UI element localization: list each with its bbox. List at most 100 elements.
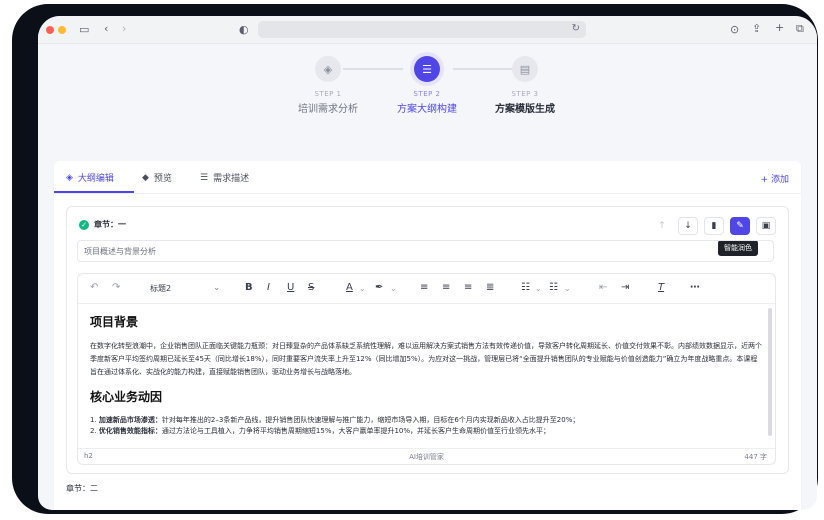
editor-toolbar: ↶ ↷ 标题2 ⌄ B I U S A ⌄ ✒ ⌄ ≡ ≡ ≡ ≣ ☷ ⌄ ☷ …: [78, 274, 775, 304]
ordered-list-icon[interactable]: ☷: [549, 282, 558, 293]
redo-icon[interactable]: ↷: [112, 282, 120, 293]
move-up-button[interactable]: ↑: [652, 217, 672, 235]
step-number: STEP 3: [511, 90, 539, 98]
device-frame: ▭ ‹ › ◐ ↻ ⊙ ⇪ + ⧉ ◈ STEP 1 培训需求分析 ☰ STEP…: [12, 4, 818, 514]
layers-icon: ◈: [66, 172, 73, 183]
step-label: 方案大纲构建: [397, 104, 457, 115]
move-down-button[interactable]: ↓: [678, 217, 698, 235]
wizard-stepper: ◈ STEP 1 培训需求分析 ☰ STEP 2 方案大纲构建 ▤ STEP 3…: [38, 56, 817, 126]
tab-requirements[interactable]: ☰ 需求描述: [200, 171, 250, 185]
heading-project-background: 项目背景: [90, 315, 139, 329]
chapter-header: ✓ 章节：一: [79, 219, 126, 230]
step-1[interactable]: ◈ STEP 1 培训需求分析: [273, 56, 383, 115]
editor-content[interactable]: 项目背景 在数字化转型浪潮中，企业销售团队正面临关键能力瓶颈：对日臻复杂的产品体…: [78, 304, 775, 444]
layers-icon: ◈: [315, 56, 341, 82]
list-item-title: 优化销售效能指标：: [98, 427, 162, 435]
minimize-window-dot[interactable]: [58, 26, 66, 34]
step-number: STEP 1: [314, 90, 342, 98]
align-right-icon[interactable]: ≡: [464, 282, 472, 293]
bold-icon[interactable]: B: [245, 282, 253, 293]
more-icon[interactable]: ⋯: [690, 282, 700, 293]
tab-label: 大纲编辑: [77, 174, 114, 184]
bullet-list-icon[interactable]: ☷: [521, 282, 530, 293]
step-label: 方案模版生成: [495, 104, 555, 115]
heading-select[interactable]: 标题2 ⌄: [144, 281, 224, 297]
address-bar[interactable]: ↻: [258, 21, 586, 38]
tab-label: 需求描述: [213, 174, 250, 184]
chapter-title: 章节：一: [94, 220, 126, 229]
delete-button[interactable]: ▮: [704, 217, 724, 235]
tab-label: 预览: [153, 174, 172, 184]
privacy-shield-icon[interactable]: ◐: [239, 24, 249, 36]
paragraph: 在数字化转型浪潮中，企业销售团队正面临关键能力瓶颈：对日臻复杂的产品体系缺乏系统…: [90, 342, 762, 376]
heading-core-drivers: 核心业务动因: [90, 390, 163, 404]
share-icon[interactable]: ⇪: [752, 23, 761, 35]
editor-statusbar: h2 AI培训管家 447 字: [78, 448, 775, 464]
align-center-icon[interactable]: ≡: [442, 282, 450, 293]
strikethrough-icon[interactable]: S: [308, 282, 314, 293]
arrow-down-icon: ↓: [684, 221, 692, 231]
browser-toolbar: ▭ ‹ › ◐ ↻ ⊙ ⇪ + ⧉: [38, 16, 817, 44]
tab-overview-icon[interactable]: ⧉: [796, 23, 804, 35]
step-3[interactable]: ▤ STEP 3 方案模版生成: [470, 56, 580, 115]
chevron-down-icon[interactable]: ⌄: [535, 284, 542, 293]
editor-scrollbar[interactable]: [768, 308, 772, 436]
step-2[interactable]: ☰ STEP 2 方案大纲构建: [372, 56, 482, 115]
step-label: 培训需求分析: [298, 104, 358, 115]
chapter-actions: ↑ ↓ ▮ ✎ ▣: [652, 217, 776, 235]
reload-icon[interactable]: ↻: [572, 23, 580, 34]
list-item: 2. 优化销售效能指标：通过方法论与工具植入，力争将平均销售周期缩短15%，大客…: [90, 426, 763, 437]
check-circle-icon: ✓: [79, 219, 89, 230]
next-chapter-title: 章节：二: [66, 484, 98, 493]
driver-list: 1. 加速新品市场渗透：针对每年推出的2–3条新产品线，提升销售团队快速理解与推…: [90, 415, 763, 437]
forward-icon[interactable]: ›: [122, 23, 126, 35]
download-icon[interactable]: ⊙: [730, 24, 739, 36]
chevron-down-icon[interactable]: ⌄: [359, 284, 366, 293]
underline-icon[interactable]: U: [287, 282, 294, 293]
list-item: 1. 加速新品市场渗透：针对每年推出的2–3条新产品线，提升销售团队快速理解与推…: [90, 415, 763, 426]
rich-text-editor: ↶ ↷ 标题2 ⌄ B I U S A ⌄ ✒ ⌄ ≡ ≡ ≡ ≣ ☷ ⌄ ☷ …: [77, 273, 776, 465]
list-item-text: 通过方法论与工具植入，力争将平均销售周期缩短15%，大客户赢单率提升10%，并延…: [161, 427, 551, 435]
list-icon: ☰: [414, 56, 440, 82]
chapter-title-input[interactable]: 项目概述与背景分析: [77, 240, 774, 262]
tab-outline-edit[interactable]: ◈ 大纲编辑: [66, 171, 114, 185]
tab-bar: ◈ 大纲编辑 ◆ 预览 ☰ 需求描述 + 添加: [54, 161, 801, 194]
tab-preview[interactable]: ◆ 预览: [142, 171, 172, 185]
save-icon: ▣: [761, 221, 771, 231]
trash-icon: ▮: [711, 221, 717, 231]
heading-select-value: 标题2: [150, 284, 172, 293]
outdent-icon[interactable]: ⇤: [599, 282, 607, 293]
indent-icon[interactable]: ⇥: [621, 282, 629, 293]
list-number: 1.: [90, 416, 97, 424]
add-button[interactable]: + 添加: [761, 172, 789, 185]
step-number: STEP 2: [413, 90, 441, 98]
italic-icon[interactable]: I: [267, 282, 270, 293]
chevron-down-icon: ⌄: [213, 283, 220, 292]
word-count: 447 字: [744, 453, 767, 461]
undo-icon[interactable]: ↶: [90, 282, 98, 293]
back-icon[interactable]: ‹: [104, 23, 108, 35]
sidebar-toggle-icon[interactable]: ▭: [79, 24, 89, 36]
outline-card: ◈ 大纲编辑 ◆ 预览 ☰ 需求描述 + 添加 ✓ 章节：一 ↑ ↓ ▮ ✎ ▣…: [54, 161, 801, 510]
font-color-icon[interactable]: A: [346, 282, 353, 293]
tag-icon: ◆: [142, 172, 149, 183]
magic-wand-icon: ✎: [736, 221, 744, 231]
save-button[interactable]: ▣: [756, 217, 776, 235]
document-icon: ▤: [512, 56, 538, 82]
browser-window: ▭ ‹ › ◐ ↻ ⊙ ⇪ + ⧉ ◈ STEP 1 培训需求分析 ☰ STEP…: [38, 16, 817, 510]
close-window-dot[interactable]: [46, 26, 54, 34]
chevron-down-icon[interactable]: ⌄: [564, 284, 571, 293]
align-left-icon[interactable]: ≡: [420, 282, 428, 293]
active-tab-indicator: [54, 191, 134, 193]
list-number: 2.: [90, 427, 97, 435]
smart-polish-button[interactable]: ✎: [730, 217, 750, 235]
clear-format-icon[interactable]: T: [658, 282, 664, 293]
arrow-up-icon: ↑: [658, 221, 666, 231]
align-justify-icon[interactable]: ≣: [486, 282, 494, 293]
highlight-icon[interactable]: ✒: [375, 282, 383, 293]
list-item-text: 针对每年推出的2–3条新产品线，提升销售团队快速理解与推广能力，缩短市场导入期，…: [161, 416, 580, 424]
new-tab-icon[interactable]: +: [775, 22, 784, 34]
chapter-block: ✓ 章节：一 ↑ ↓ ▮ ✎ ▣ 智能润色 项目概述与背景分析 ↶ ↷ 标题2 …: [66, 206, 789, 474]
next-chapter-header: 章节：二: [66, 483, 98, 494]
chevron-down-icon[interactable]: ⌄: [390, 284, 397, 293]
